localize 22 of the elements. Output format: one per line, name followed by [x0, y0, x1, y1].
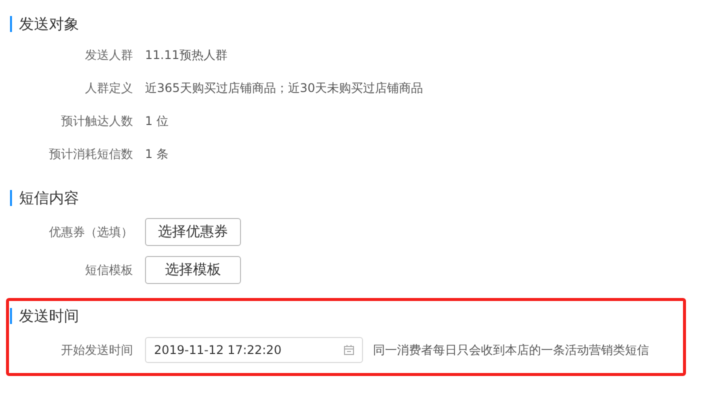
field-label: 发送人群 [84, 47, 133, 64]
title-accent [10, 308, 12, 324]
field-value: 1 条 [145, 146, 168, 163]
field-label: 预计触达人数 [60, 113, 133, 130]
select-button[interactable]: 选择优惠券 [145, 218, 241, 246]
field-value: 1 位 [145, 113, 168, 130]
datetime-field[interactable]: 2019-11-12 17:22:20 [145, 337, 363, 363]
section-title: 发送对象 [19, 14, 79, 34]
select-button[interactable]: 选择模板 [145, 256, 241, 284]
section-title: 发送时间 [19, 306, 79, 326]
field-value: 11.11预热人群 [145, 47, 228, 64]
section-title: 短信内容 [19, 188, 79, 208]
field-label: 人群定义 [84, 80, 133, 97]
title-accent [10, 16, 12, 32]
hint-text: 同一消费者每日只会收到本店的一条活动营销类短信 [373, 342, 649, 358]
title-accent [10, 190, 12, 206]
calendar-icon [344, 345, 354, 355]
field-label: 优惠券（选填） [48, 224, 133, 240]
field-label: 开始发送时间 [60, 342, 133, 358]
field-label: 预计消耗短信数 [48, 146, 133, 163]
field-label: 短信模板 [84, 262, 133, 278]
field-value: 近365天购买过店铺商品；近30天未购买过店铺商品 [145, 80, 424, 97]
